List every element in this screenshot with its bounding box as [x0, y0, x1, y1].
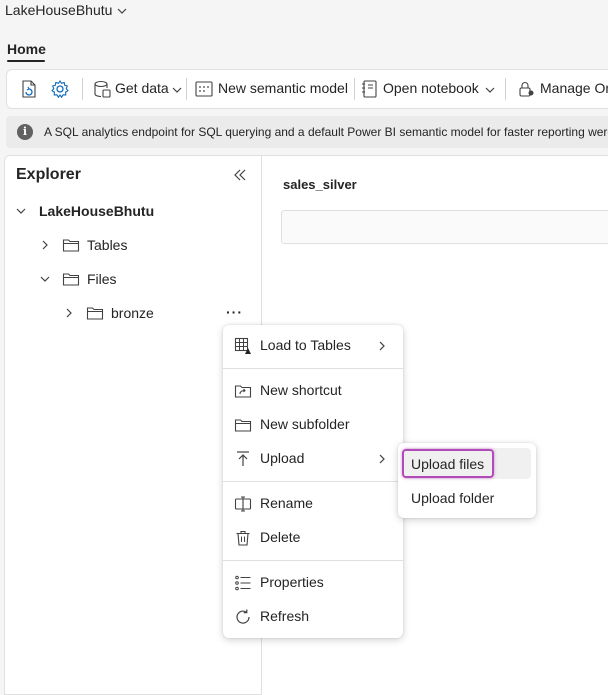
- explorer-title: Explorer: [16, 166, 81, 183]
- notebook-icon[interactable]: [360, 79, 380, 99]
- tree-item-lakehouse[interactable]: LakeHouseBhutu: [39, 203, 154, 219]
- chevron-down-icon[interactable]: [485, 85, 495, 95]
- menu-divider: [223, 560, 403, 561]
- folder-icon: [62, 239, 80, 252]
- menu-divider: [223, 481, 403, 482]
- chevron-right-icon[interactable]: [40, 240, 50, 250]
- rename-icon: [234, 496, 252, 512]
- menu-divider: [223, 368, 403, 369]
- table-load-icon: [234, 337, 251, 354]
- menu-item-delete[interactable]: Delete: [223, 523, 403, 553]
- menu-item-properties[interactable]: Properties: [223, 568, 403, 598]
- table-preview-title: sales_silver: [283, 177, 357, 192]
- chevron-down-icon[interactable]: [40, 274, 50, 284]
- upload-icon: [237, 451, 249, 466]
- chevron-right-icon[interactable]: [64, 308, 74, 318]
- collapse-pane-icon[interactable]: [232, 167, 248, 183]
- folder-icon: [86, 307, 104, 320]
- semantic-model-icon[interactable]: [194, 79, 214, 99]
- tree-item-bronze[interactable]: bronze: [111, 305, 154, 321]
- properties-list-icon: [235, 575, 251, 591]
- menu-item-upload[interactable]: Upload: [223, 444, 403, 474]
- menu-item-new-subfolder[interactable]: New subfolder: [223, 410, 403, 440]
- menu-item-new-shortcut[interactable]: New shortcut: [223, 376, 403, 406]
- refresh-icon: [236, 609, 250, 624]
- gear-icon[interactable]: [50, 79, 70, 99]
- more-options-button[interactable]: ···: [226, 304, 243, 320]
- workspace-name[interactable]: LakeHouseBhutu: [5, 2, 112, 18]
- chevron-down-icon[interactable]: [117, 6, 127, 16]
- tree-item-files[interactable]: Files: [87, 271, 117, 287]
- info-banner-text: A SQL analytics endpoint for SQL queryin…: [44, 125, 608, 139]
- menu-item-rename[interactable]: Rename: [223, 489, 403, 519]
- info-icon: i: [17, 124, 33, 140]
- database-icon[interactable]: [92, 79, 112, 99]
- folder-icon: [62, 273, 80, 286]
- chevron-right-icon: [379, 341, 385, 351]
- submenu-item-upload-folder[interactable]: Upload folder: [411, 490, 494, 506]
- context-menu: Load to Tables New shortcut New subfolde…: [223, 325, 403, 638]
- menu-item-refresh[interactable]: Refresh: [223, 602, 403, 632]
- manage-onelake-button[interactable]: Manage On: [540, 80, 608, 96]
- refresh-document-icon[interactable]: [19, 79, 39, 99]
- get-data-button[interactable]: Get data: [115, 80, 169, 96]
- tab-active-indicator: [7, 60, 45, 62]
- lock-person-icon[interactable]: [516, 79, 536, 99]
- table-preview-area: [281, 210, 608, 244]
- shortcut-folder-icon: [234, 385, 252, 398]
- tab-home[interactable]: Home: [7, 41, 46, 57]
- folder-icon: [234, 419, 252, 432]
- menu-item-load-to-tables[interactable]: Load to Tables: [223, 331, 403, 361]
- chevron-down-icon[interactable]: [172, 85, 182, 95]
- submenu-item-upload-files[interactable]: Upload files: [411, 456, 484, 472]
- new-semantic-model-button[interactable]: New semantic model: [218, 80, 348, 96]
- toolbar-separator: [82, 78, 83, 100]
- toolbar-separator: [505, 78, 506, 100]
- chevron-down-icon[interactable]: [16, 206, 26, 216]
- toolbar-separator: [186, 78, 187, 100]
- open-notebook-button[interactable]: Open notebook: [383, 80, 479, 96]
- ribbon-tabs: [0, 32, 608, 65]
- trash-icon: [236, 530, 250, 546]
- toolbar-separator: [354, 78, 355, 100]
- chevron-right-icon: [379, 454, 385, 464]
- tree-item-tables[interactable]: Tables: [87, 237, 127, 253]
